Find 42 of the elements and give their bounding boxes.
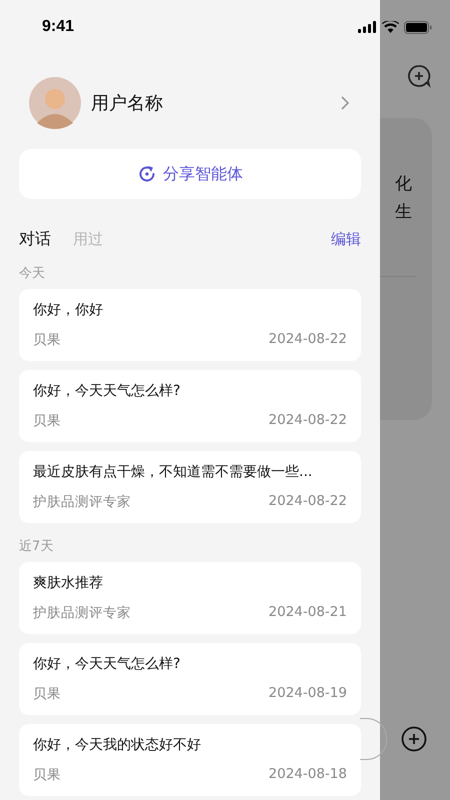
message-text: 生 bbox=[395, 201, 413, 224]
agent-name: 护肤品测评专家 bbox=[33, 604, 131, 622]
new-chat-icon bbox=[407, 64, 431, 88]
section-title: 近7天 bbox=[19, 538, 54, 555]
conversation-title: 最近皮肤有点干燥，不知道需不需要做一些... bbox=[33, 463, 314, 481]
agent-name: 贝果 bbox=[33, 412, 61, 430]
wifi-icon bbox=[382, 21, 399, 33]
share-icon bbox=[137, 164, 157, 184]
conversation-card[interactable]: 你好，今天天气怎么样? 贝果 2024-08-19 bbox=[19, 643, 361, 715]
conversation-date: 2024-08-18 bbox=[268, 766, 347, 784]
conversation-date: 2024-08-22 bbox=[268, 331, 347, 349]
conversation-date: 2024-08-19 bbox=[268, 685, 347, 703]
conversation-card[interactable]: 你好，今天我的状态好不好 贝果 2024-08-18 bbox=[19, 724, 361, 796]
input-field bbox=[360, 718, 387, 760]
agent-name: 贝果 bbox=[33, 766, 61, 784]
conversation-date: 2024-08-22 bbox=[268, 412, 347, 430]
conversation-card[interactable]: 爽肤水推荐 护肤品测评专家 2024-08-21 bbox=[19, 562, 361, 634]
chevron-right-icon[interactable] bbox=[341, 96, 349, 110]
message-text: 化 bbox=[395, 173, 413, 196]
conversation-card[interactable]: 你好，今天天气怎么样? 贝果 2024-08-22 bbox=[19, 370, 361, 442]
battery-icon bbox=[404, 20, 432, 34]
conversation-date: 2024-08-22 bbox=[268, 493, 347, 511]
conversation-title: 爽肤水推荐 bbox=[33, 574, 104, 592]
conversation-title: 你好，你好 bbox=[33, 301, 104, 319]
edit-link[interactable]: 编辑 bbox=[331, 230, 361, 249]
conversation-title: 你好，今天天气怎么样? bbox=[33, 382, 182, 400]
agent-name: 贝果 bbox=[33, 331, 61, 349]
conversation-title: 你好，今天我的状态好不好 bbox=[33, 736, 202, 754]
signal-icon bbox=[358, 21, 377, 33]
conversation-title: 你好，今天天气怎么样? bbox=[33, 655, 182, 673]
section-title: 今天 bbox=[19, 265, 46, 282]
share-agent-button[interactable]: 分享智能体 bbox=[19, 149, 361, 199]
conversation-card[interactable]: 你好，你好 贝果 2024-08-22 bbox=[19, 289, 361, 361]
status-time: 9:41 bbox=[42, 18, 74, 36]
tab[interactable]: 对话 bbox=[19, 229, 51, 250]
avatar bbox=[29, 77, 81, 129]
conversation-date: 2024-08-21 bbox=[268, 604, 347, 622]
conversation-card[interactable]: 最近皮肤有点干燥，不知道需不需要做一些... 护肤品测评专家 2024-08-22 bbox=[19, 451, 361, 523]
user-name: 用户名称 bbox=[91, 92, 164, 115]
agent-name: 护肤品测评专家 bbox=[33, 493, 131, 511]
agent-name: 贝果 bbox=[33, 685, 61, 703]
add-icon bbox=[401, 726, 427, 752]
